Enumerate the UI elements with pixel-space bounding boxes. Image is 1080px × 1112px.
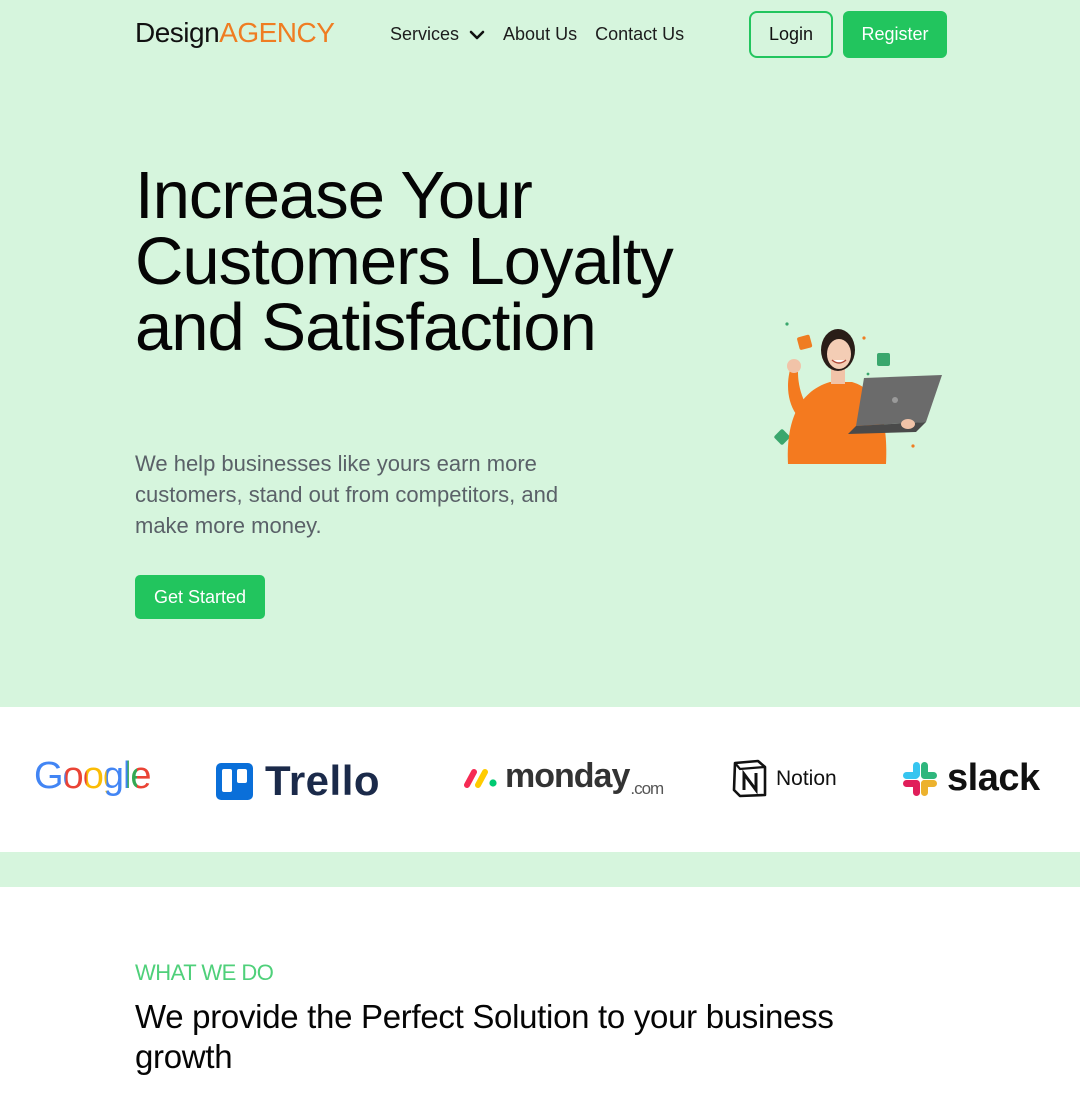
- monday-word: monday: [505, 757, 630, 795]
- hero-title: Increase Your Customers Loyalty and Sati…: [135, 158, 674, 365]
- monday-logo: monday.com: [463, 757, 664, 798]
- nav-services-label: Services: [390, 24, 460, 44]
- partner-logos: Google Trello monday.com Notion slack: [0, 707, 1080, 852]
- google-wordmark: Google: [34, 755, 152, 797]
- notion-n-icon: [732, 759, 767, 798]
- register-button[interactable]: Register: [843, 11, 947, 58]
- hero-woman-laptop-illustration: [774, 322, 942, 464]
- chevron-down-icon: [469, 30, 485, 39]
- what-we-do-title: We provide the Perfect Solution to your …: [135, 998, 834, 1075]
- get-started-button[interactable]: Get Started: [135, 575, 265, 619]
- slack-wordmark: slack: [947, 757, 1040, 799]
- slack-logo: slack: [901, 757, 1040, 800]
- main-menu: Services About Us Contact Us: [390, 24, 684, 45]
- brand-logo[interactable]: DesignAGENCY: [135, 17, 335, 49]
- nav-contact-link[interactable]: Contact Us: [595, 24, 684, 45]
- trello-wordmark: Trello: [265, 757, 381, 804]
- monday-dots-icon: [464, 768, 497, 788]
- notion-logo: Notion: [731, 759, 837, 798]
- what-we-do-eyebrow: WHAT WE DO: [135, 960, 274, 985]
- logo-text-design: Design: [135, 17, 220, 48]
- nav-services-dropdown[interactable]: Services: [390, 24, 485, 45]
- trello-logo: Trello: [216, 757, 380, 805]
- slack-hash-icon: [903, 761, 937, 796]
- top-navbar: DesignAGENCY Services About Us Contact U…: [0, 0, 1080, 70]
- logo-text-agency: AGENCY: [219, 17, 335, 48]
- notion-wordmark: Notion: [776, 766, 837, 790]
- nav-about-link[interactable]: About Us: [503, 24, 577, 45]
- google-logo: Google: [34, 755, 152, 798]
- section-divider-strip: [0, 852, 1080, 887]
- login-button[interactable]: Login: [749, 11, 833, 58]
- monday-wordmark: monday.com: [505, 757, 664, 798]
- trello-board-icon: [216, 762, 253, 800]
- monday-com-suffix: .com: [630, 779, 664, 798]
- hero-subtitle: We help businesses like yours earn more …: [135, 451, 559, 538]
